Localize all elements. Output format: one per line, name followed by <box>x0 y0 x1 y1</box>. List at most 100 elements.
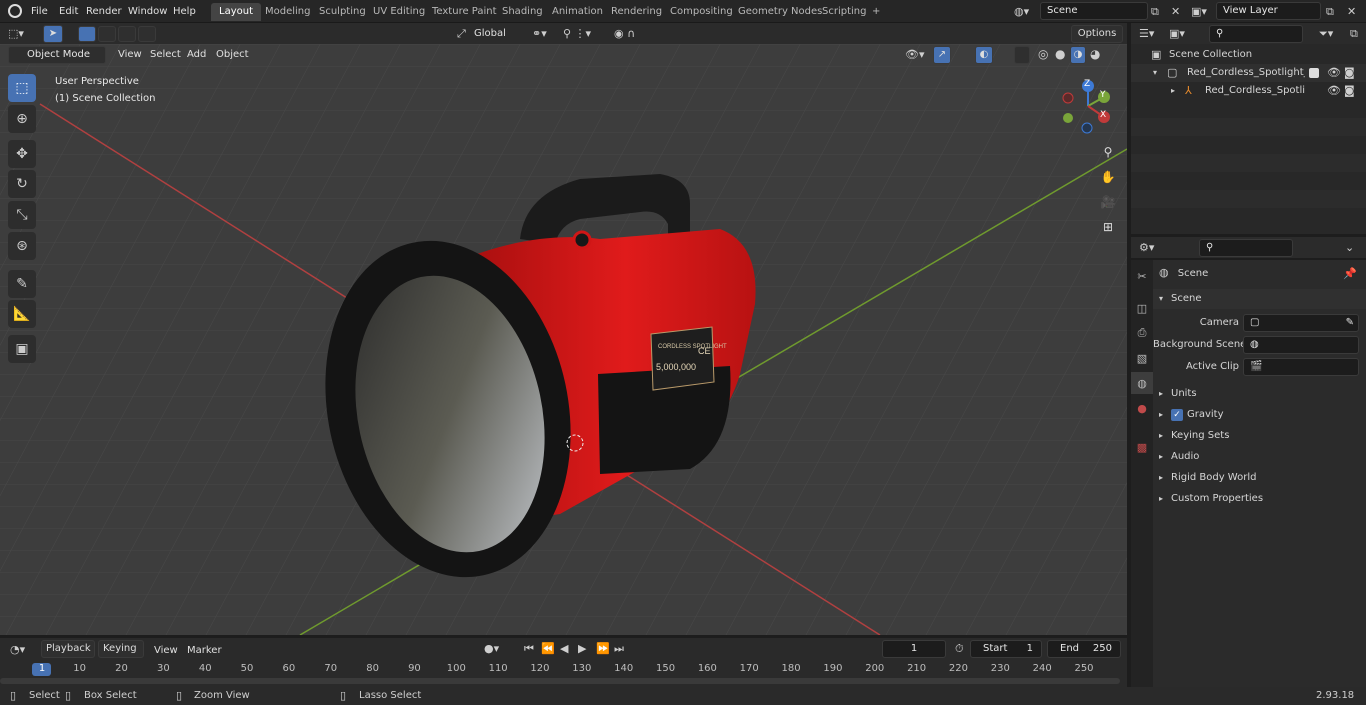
tool-select-box-icon[interactable]: ⬚ <box>8 74 36 102</box>
menu-window[interactable]: Window <box>128 3 167 20</box>
shading-solid-icon[interactable]: ● <box>1055 47 1065 61</box>
exclude-checkbox[interactable] <box>1309 68 1319 78</box>
menu-help[interactable]: Help <box>173 3 196 20</box>
menu-render[interactable]: Render <box>86 3 122 20</box>
marker-menu[interactable]: Marker <box>187 642 222 659</box>
tab-scripting[interactable]: Scripting <box>814 3 874 21</box>
keying-menu[interactable]: Keying <box>98 640 144 658</box>
xray-icon[interactable] <box>1014 46 1030 64</box>
proportional-edit-icon[interactable]: ◉ ∩ <box>614 27 635 40</box>
tool-tab-icon[interactable]: ✂ <box>1131 265 1153 287</box>
select-intersect-icon[interactable] <box>138 26 156 42</box>
blender-logo-icon[interactable] <box>8 4 22 18</box>
scene-panel-header[interactable]: ▾ Scene <box>1153 289 1366 309</box>
end-frame-field[interactable]: End 250 <box>1047 640 1121 658</box>
outliner-row[interactable]: ▾ ▢ Red_Cordless_Spotlight_and_ 👁 ◙ <box>1131 64 1366 82</box>
tool-cursor-icon[interactable]: ⊕ <box>8 105 36 133</box>
section-keying-sets[interactable]: ▸ Keying Sets <box>1153 426 1366 446</box>
options-button[interactable]: Options <box>1071 25 1123 43</box>
expand-icon[interactable]: ▾ <box>1153 64 1157 82</box>
play-reverse-icon[interactable]: ◀ <box>560 642 568 655</box>
record-icon[interactable]: ●▾ <box>484 642 499 655</box>
new-collection-icon[interactable]: ⧉ <box>1350 27 1358 41</box>
world-tab-icon[interactable]: ● <box>1131 397 1153 419</box>
gizmo-toggle-icon[interactable]: ↗ <box>933 46 951 64</box>
tool-transform-icon[interactable]: ⊛ <box>8 232 36 260</box>
tab-animation[interactable]: Animation <box>544 3 611 21</box>
pan-hand-icon[interactable]: ✋ <box>1097 166 1119 188</box>
output-tab-icon[interactable]: ⎙ <box>1131 322 1153 344</box>
menu-add[interactable]: Add <box>187 46 206 63</box>
tool-measure-icon[interactable]: 📐 <box>8 300 36 328</box>
section-custom-properties[interactable]: ▸ Custom Properties <box>1153 489 1366 509</box>
copy-viewlayer-icon[interactable]: ⧉ <box>1326 5 1334 19</box>
transform-orientation-dropdown[interactable]: Global <box>474 25 524 42</box>
menu-edit[interactable]: Edit <box>59 3 78 20</box>
timeline-view-menu[interactable]: View <box>154 642 178 659</box>
start-frame-field[interactable]: Start 1 <box>970 640 1042 658</box>
camera-view-icon[interactable]: 🎥 <box>1097 191 1119 213</box>
tool-move-icon[interactable]: ✥ <box>8 140 36 168</box>
outliner-row[interactable]: ▸ ⅄ Red_Cordless_Spotlight_a 👁 ◙ <box>1131 82 1366 100</box>
scene-icon[interactable]: ◍▾ <box>1014 5 1029 18</box>
tool-add-cube-icon[interactable]: ▣ <box>8 335 36 363</box>
view-layer-tab-icon[interactable]: ▧ <box>1131 347 1153 369</box>
editor-type-icon[interactable]: ⬚▾ <box>8 27 24 40</box>
editor-type-icon[interactable]: ☰▾ <box>1139 27 1154 40</box>
camera-field[interactable]: ▢ ✎ <box>1243 314 1359 332</box>
menu-file[interactable]: File <box>31 3 48 20</box>
menu-object[interactable]: Object <box>216 46 249 63</box>
display-mode-icon[interactable]: ▣▾ <box>1169 27 1185 40</box>
scene-field[interactable]: Scene <box>1040 2 1148 20</box>
render-camera-icon[interactable]: ◙ <box>1344 82 1355 100</box>
tab-rendering[interactable]: Rendering <box>603 3 670 21</box>
filter-icon[interactable]: ⏷▾ <box>1319 27 1333 41</box>
select-subtract-icon[interactable] <box>118 26 136 42</box>
texture-tab-icon[interactable]: ▩ <box>1131 436 1153 458</box>
editor-type-icon[interactable]: ◔▾ <box>10 643 25 656</box>
prev-keyframe-icon[interactable]: ⏪ <box>541 642 555 655</box>
jump-start-icon[interactable]: ⏮ <box>524 642 534 656</box>
visibility-icon[interactable]: 👁▾ <box>905 48 925 61</box>
close-icon[interactable]: ✕ <box>1171 5 1180 18</box>
select-new-icon[interactable] <box>78 26 96 42</box>
timeline-scrollbar[interactable] <box>0 678 1120 684</box>
tab-texture-paint[interactable]: Texture Paint <box>424 3 505 21</box>
3d-viewport[interactable]: CORDLESS SPOTLIGHT 5,000,000 CE User Per… <box>0 44 1127 635</box>
tool-scale-icon[interactable]: ⤡ <box>8 201 36 229</box>
pivot-icon[interactable]: ⚭▾ <box>532 27 547 40</box>
play-icon[interactable]: ▶ <box>578 642 586 655</box>
tab-layout[interactable]: Layout <box>211 3 261 21</box>
next-keyframe-icon[interactable]: ⏩ <box>596 642 610 655</box>
tab-shading[interactable]: Shading <box>494 3 551 21</box>
playback-menu[interactable]: Playback <box>41 640 95 658</box>
scene-tab-icon[interactable]: ◍ <box>1131 372 1153 394</box>
editor-type-icon[interactable]: ⚙▾ <box>1139 241 1154 254</box>
shading-wireframe-icon[interactable]: ◎ <box>1038 47 1048 61</box>
background-scene-field[interactable]: ◍ <box>1243 336 1359 354</box>
jump-end-icon[interactable]: ⏭ <box>614 642 624 656</box>
perspective-toggle-icon[interactable]: ⊞ <box>1097 216 1119 238</box>
mode-dropdown[interactable]: Object Mode <box>8 46 106 64</box>
overlay-toggle-icon[interactable]: ◐ <box>975 46 993 64</box>
gravity-checkbox[interactable]: ✓ <box>1171 409 1183 421</box>
snap-icon[interactable]: ⚲ ⋮▾ <box>563 27 591 40</box>
stopwatch-icon[interactable]: ⏱ <box>955 642 964 656</box>
tab-compositing[interactable]: Compositing <box>662 3 741 21</box>
viewlayer-field[interactable]: View Layer <box>1216 2 1321 20</box>
select-extend-icon[interactable] <box>98 26 116 42</box>
section-rigid-body-world[interactable]: ▸ Rigid Body World <box>1153 468 1366 488</box>
select-tool-icon[interactable]: ➤ <box>43 25 63 43</box>
copy-scene-icon[interactable]: ⧉ <box>1151 5 1159 19</box>
properties-search-input[interactable]: ⚲ <box>1199 239 1293 257</box>
render-camera-icon[interactable]: ◙ <box>1344 64 1355 82</box>
current-frame-field[interactable]: 1 <box>882 640 946 658</box>
render-tab-icon[interactable]: ◫ <box>1131 297 1153 319</box>
eyedropper-icon[interactable]: ✎ <box>1346 315 1354 331</box>
close-icon[interactable]: ✕ <box>1347 5 1356 18</box>
add-workspace-button[interactable]: + <box>868 3 884 21</box>
shading-material-icon[interactable]: ◑ <box>1070 46 1086 64</box>
zoom-icon[interactable]: ⚲ <box>1097 141 1119 163</box>
tool-annotate-icon[interactable]: ✎ <box>8 270 36 298</box>
section-audio[interactable]: ▸ Audio <box>1153 447 1366 467</box>
